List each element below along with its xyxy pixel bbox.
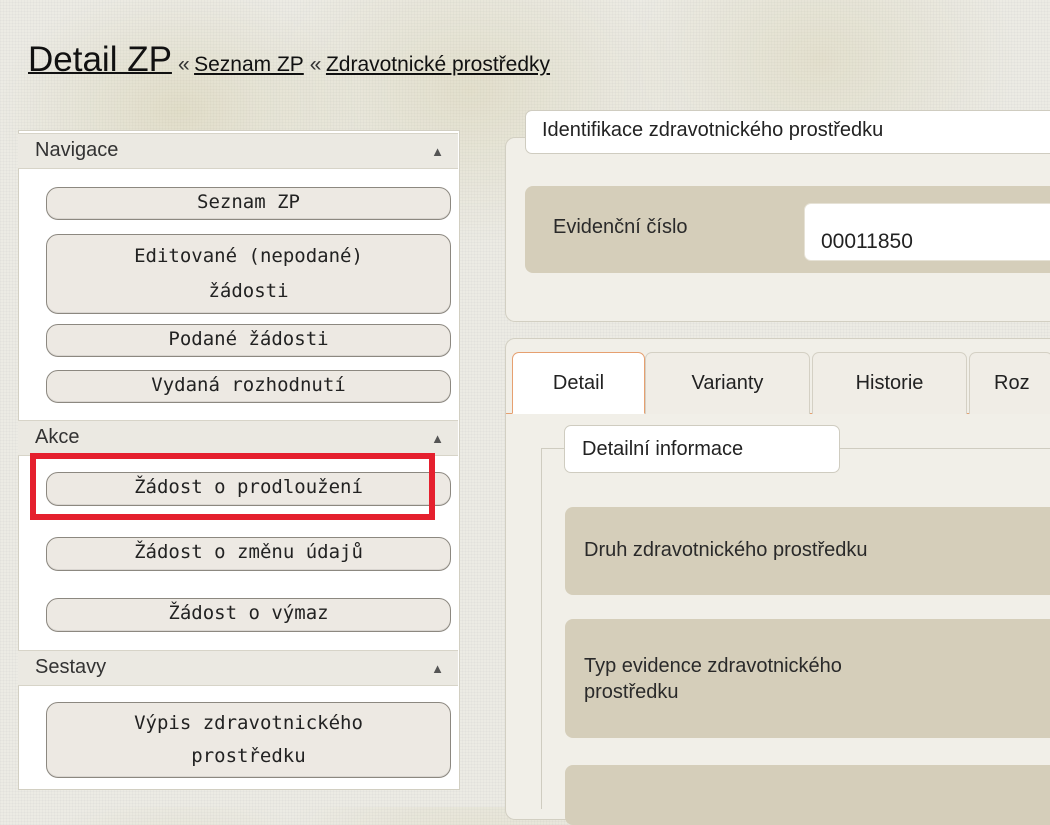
sidebar-section-navigace[interactable]: Navigace ▲ <box>18 133 458 169</box>
tab-varianty[interactable]: Varianty <box>645 352 810 414</box>
button-label-line2: prostředku <box>191 745 306 767</box>
collapse-arrow-icon[interactable]: ▲ <box>431 431 444 446</box>
breadcrumb: Detail ZP « Seznam ZP « Zdravotnické prost… <box>28 40 550 80</box>
highlight-annotation <box>30 453 435 520</box>
label-line2: prostředku <box>584 681 679 703</box>
evidencni-cislo-value: 00011850 <box>804 203 1050 261</box>
page-title: Detail ZP <box>28 40 172 79</box>
section-label: Navigace <box>35 139 119 161</box>
tab-rozhodnuti[interactable]: Roz <box>969 352 1050 414</box>
identification-legend: Identifikace zdravotnického prostředku <box>525 110 1050 154</box>
collapse-arrow-icon[interactable]: ▲ <box>431 144 444 159</box>
breadcrumb-link-zdravotnicke-prostredky[interactable]: Zdravotnické prostředky <box>326 53 550 76</box>
breadcrumb-separator: « <box>177 53 190 76</box>
zadost-o-zmenu-udaju-button[interactable]: Žádost o změnu údajů <box>46 537 451 571</box>
button-label-line2: žádosti <box>208 280 289 302</box>
sidebar-section-akce[interactable]: Akce ▲ <box>18 420 458 456</box>
seznam-zp-button[interactable]: Seznam ZP <box>46 187 451 220</box>
zadost-o-vymaz-button[interactable]: Žádost o výmaz <box>46 598 451 632</box>
detail-row <box>565 765 1050 825</box>
podane-zadosti-button[interactable]: Podané žádosti <box>46 324 451 357</box>
druh-zdravotnickeho-prostredku-label: Druh zdravotnického prostředku <box>584 539 868 561</box>
breadcrumb-link-seznam-zp[interactable]: Seznam ZP <box>194 53 304 76</box>
detail-legend: Detailní informace <box>564 425 840 473</box>
button-label-line1: Editované (nepodané) <box>134 245 363 267</box>
label-line1: Typ evidence zdravotnického <box>584 655 842 677</box>
breadcrumb-separator: « <box>309 53 322 76</box>
vypis-zdravotnickeho-prostredku-button[interactable]: Výpis zdravotnického prostředku <box>46 702 451 778</box>
vydana-rozhodnuti-button[interactable]: Vydaná rozhodnutí <box>46 370 451 403</box>
button-label-line1: Výpis zdravotnického <box>134 712 363 734</box>
section-label: Akce <box>35 426 80 448</box>
typ-evidence-label: Typ evidence zdravotnického prostředku <box>584 653 842 705</box>
editovane-zadosti-button[interactable]: Editované (nepodané) žádosti <box>46 234 451 314</box>
collapse-arrow-icon[interactable]: ▲ <box>431 661 444 676</box>
section-label: Sestavy <box>35 656 107 678</box>
tab-detail[interactable]: Detail <box>512 352 645 414</box>
sidebar-section-sestavy[interactable]: Sestavy ▲ <box>18 650 458 686</box>
evidencni-cislo-label: Evidenční číslo <box>553 216 688 238</box>
tab-historie[interactable]: Historie <box>812 352 967 414</box>
